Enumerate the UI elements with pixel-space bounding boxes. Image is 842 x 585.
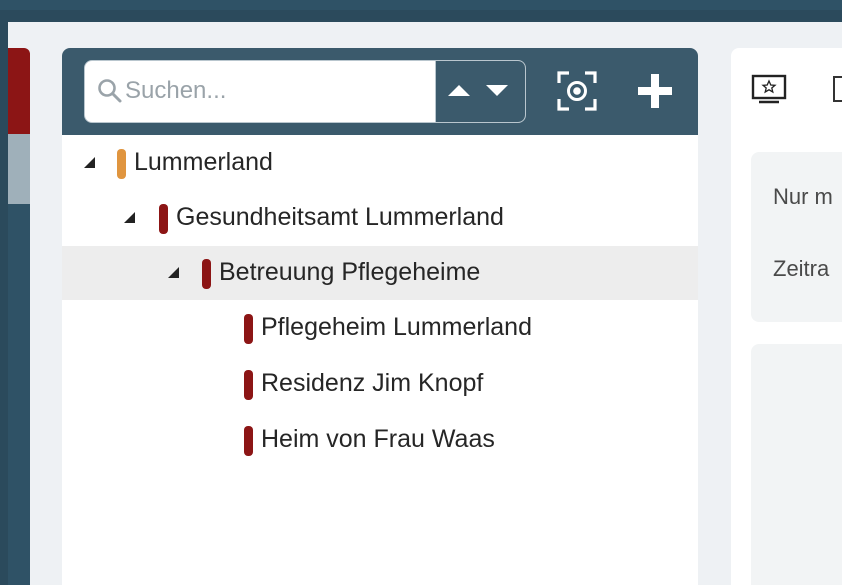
- certificate-icon[interactable]: [751, 74, 787, 106]
- search-icon: [98, 79, 122, 103]
- tree-item-label: Betreuung Pflegeheime: [219, 258, 481, 286]
- tree-item-gesundheitsamt[interactable]: Gesundheitsamt Lummerland: [62, 191, 698, 245]
- tree-item-label: Heim von Frau Waas: [261, 425, 495, 453]
- focus-icon[interactable]: [556, 70, 598, 112]
- left-panel-scrollbar[interactable]: [8, 134, 30, 204]
- left-panel-accent: [8, 48, 30, 134]
- status-marker: [202, 259, 211, 289]
- tree-item-betreuung[interactable]: Betreuung Pflegeheime: [62, 246, 698, 300]
- detail-tab-icon[interactable]: [833, 76, 842, 102]
- status-marker: [159, 204, 168, 234]
- left-panel: [8, 204, 30, 585]
- tree-item-label: Pflegeheim Lummerland: [261, 313, 532, 341]
- expand-caret-icon[interactable]: [84, 157, 95, 168]
- tree-item-pflegeheim[interactable]: Pflegeheim Lummerland: [62, 301, 698, 355]
- plus-icon[interactable]: [636, 72, 674, 110]
- arrow-down-icon[interactable]: [486, 85, 508, 96]
- expand-caret-icon[interactable]: [124, 212, 135, 223]
- tree-item-residenz[interactable]: Residenz Jim Knopf: [62, 357, 698, 411]
- filter-label-1: Nur m: [773, 184, 833, 209]
- tree-item-label: Residenz Jim Knopf: [261, 369, 484, 397]
- tree-panel: Lummerland Gesundheitsamt Lummerland Bet…: [62, 48, 698, 585]
- search-navigation: [435, 61, 525, 122]
- status-marker: [244, 314, 253, 344]
- status-marker: [244, 370, 253, 400]
- detail-content: [751, 344, 842, 585]
- expand-caret-icon[interactable]: [168, 267, 179, 278]
- filter-section: Nur m Zeitra: [751, 152, 842, 322]
- detail-panel: Nur m Zeitra: [731, 48, 842, 585]
- arrow-up-icon[interactable]: [448, 85, 470, 96]
- tree-toolbar: [62, 48, 698, 135]
- search-box[interactable]: [84, 60, 526, 123]
- search-input[interactable]: [125, 73, 425, 109]
- tree-item-lummerland[interactable]: Lummerland: [62, 136, 698, 190]
- tree-item-heim[interactable]: Heim von Frau Waas: [62, 413, 698, 467]
- tree-item-label: Gesundheitsamt Lummerland: [176, 203, 504, 231]
- filter-label-2: Zeitra: [773, 256, 830, 281]
- tree-item-label: Lummerland: [134, 148, 273, 176]
- status-marker: [244, 426, 253, 456]
- status-marker: [117, 149, 126, 179]
- window-top-bar: [0, 0, 842, 10]
